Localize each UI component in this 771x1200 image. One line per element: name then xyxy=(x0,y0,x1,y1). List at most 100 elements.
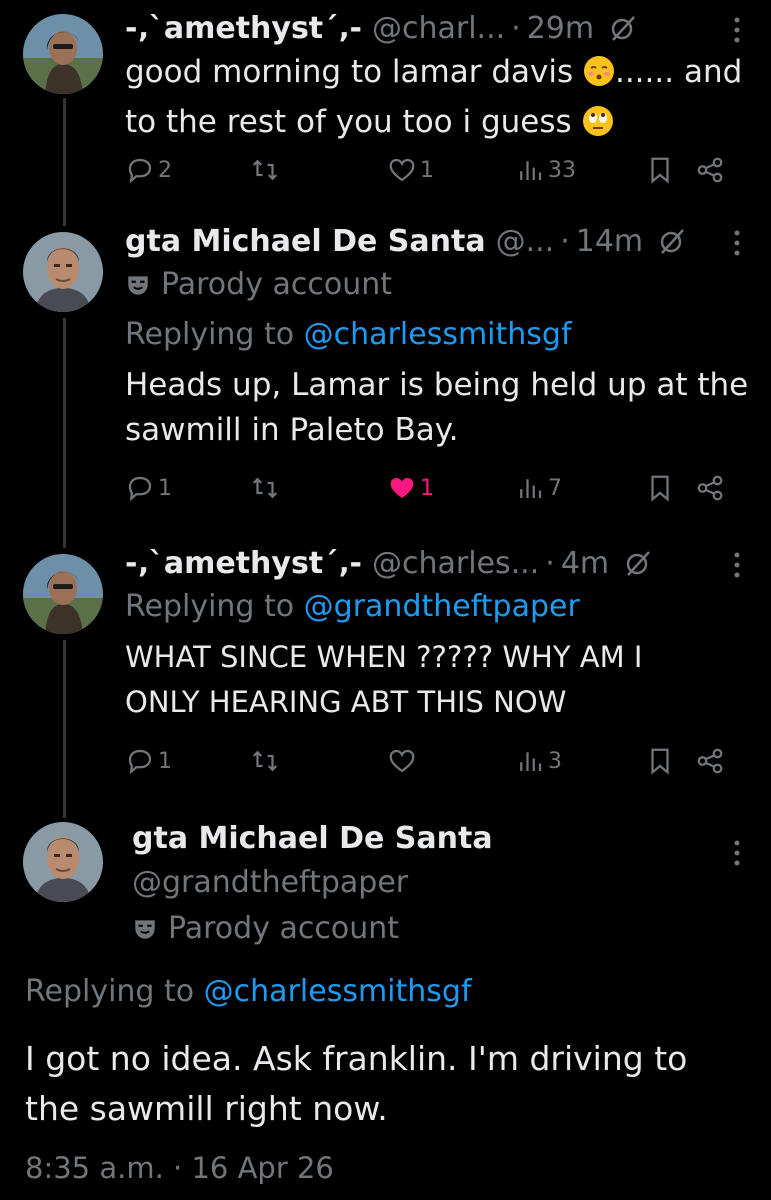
grok-icon[interactable] xyxy=(657,226,687,256)
tweet[interactable]: -‚`amethyst´‚- @charles... · 4m Replying… xyxy=(125,541,751,725)
separator-dot: · xyxy=(560,223,570,259)
repost-icon xyxy=(252,477,278,499)
separator-dot: · xyxy=(163,1151,192,1185)
bookmark-icon xyxy=(651,748,669,775)
grok-icon[interactable] xyxy=(608,13,638,43)
share-icon xyxy=(697,748,723,774)
repost-button[interactable] xyxy=(250,473,283,503)
more-options-icon[interactable] xyxy=(733,839,741,871)
thread-line xyxy=(63,640,66,818)
like-button[interactable] xyxy=(387,746,420,776)
views-icon xyxy=(520,479,542,498)
username[interactable]: @grandtheftpaper xyxy=(132,861,751,905)
reply-count: 2 xyxy=(158,157,172,183)
username[interactable]: @charles... xyxy=(372,546,539,581)
tweet-text: good morning to lamar davis ...... and t… xyxy=(125,50,751,150)
grok-icon[interactable] xyxy=(623,548,653,578)
like-button[interactable]: 1 xyxy=(387,155,434,185)
main-tweet-text: I got no idea. Ask franklin. I'm driving… xyxy=(25,1039,688,1128)
avatar-amethyst[interactable] xyxy=(23,554,103,634)
tweet-actions: 2 1 33 xyxy=(125,155,743,195)
display-name[interactable]: gta Michael De Santa xyxy=(125,224,486,259)
tweet-text: Heads up, Lamar is being held up at the s… xyxy=(125,367,749,448)
more-options-icon[interactable] xyxy=(733,229,741,261)
views-count: 33 xyxy=(548,157,576,183)
repost-button[interactable] xyxy=(250,746,283,776)
share-icon xyxy=(697,475,723,501)
heart-icon xyxy=(389,749,415,773)
share-button[interactable] xyxy=(695,155,725,185)
username[interactable]: @charl... xyxy=(372,11,505,46)
thread-line xyxy=(63,318,66,548)
parody-label: Parody account xyxy=(125,263,751,307)
reply-icon xyxy=(128,476,152,502)
reply-icon xyxy=(128,749,152,775)
mask-icon xyxy=(128,276,148,295)
mention-link[interactable]: @charlessmithsgf xyxy=(204,974,472,1009)
like-count: 1 xyxy=(420,157,434,183)
tweet-text: WHAT SINCE WHEN ????? WHY AM I ONLY HEARI… xyxy=(125,640,643,719)
kissing-face-emoji xyxy=(583,55,615,100)
main-tweet-timestamp[interactable]: 8:35 a.m. · 16 Apr 26 xyxy=(25,1146,334,1190)
repost-icon xyxy=(252,159,278,181)
share-icon xyxy=(697,157,723,183)
views-icon xyxy=(520,752,542,771)
heart-icon xyxy=(389,158,415,182)
tweet-actions: 1 1 7 xyxy=(125,473,743,513)
views-button[interactable]: 33 xyxy=(515,155,576,185)
main-tweet-author[interactable]: gta Michael De Santa @grandtheftpaper Pa… xyxy=(132,817,751,951)
eye-roll-emoji xyxy=(582,105,614,150)
views-button[interactable]: 3 xyxy=(515,746,562,776)
mention-link[interactable]: @charlessmithsgf xyxy=(304,317,572,352)
reply-button[interactable]: 1 xyxy=(125,473,172,503)
timestamp[interactable]: 14m xyxy=(576,224,643,259)
separator-dot: · xyxy=(511,10,521,46)
timestamp[interactable]: 29m xyxy=(527,11,594,46)
bookmark-icon xyxy=(651,157,669,184)
display-name[interactable]: gta Michael De Santa xyxy=(132,817,751,861)
replying-to: Replying to @charlessmithsgf xyxy=(25,974,472,1009)
views-count: 3 xyxy=(548,748,562,774)
mention-link[interactable]: @grandtheftpaper xyxy=(304,589,580,624)
display-name[interactable]: -‚`amethyst´‚- xyxy=(125,546,362,581)
thread-line xyxy=(63,98,66,226)
replying-to: Replying to @charlessmithsgf xyxy=(125,317,572,352)
tweet-header: -‚`amethyst´‚- @charl... · 29m xyxy=(125,6,751,50)
share-button[interactable] xyxy=(695,746,725,776)
tweet[interactable]: -‚`amethyst´‚- @charl... · 29m good morn… xyxy=(125,6,751,150)
tweet[interactable]: gta Michael De Santa @... · 14m Parody a… xyxy=(125,219,751,453)
bookmark-icon xyxy=(651,475,669,502)
reply-count: 1 xyxy=(158,748,172,774)
avatar-amethyst[interactable] xyxy=(23,14,103,94)
like-button[interactable]: 1 xyxy=(387,473,434,503)
bookmark-button[interactable] xyxy=(645,746,675,776)
display-name[interactable]: -‚`amethyst´‚- xyxy=(125,11,362,46)
reply-button[interactable]: 1 xyxy=(125,746,172,776)
tweet-actions: 1 3 xyxy=(125,746,743,786)
share-button[interactable] xyxy=(695,473,725,503)
more-options-icon[interactable] xyxy=(733,16,741,48)
tweet-header: -‚`amethyst´‚- @charles... · 4m xyxy=(125,541,751,585)
username[interactable]: @... xyxy=(496,224,555,259)
avatar-michael[interactable] xyxy=(23,822,103,902)
bookmark-button[interactable] xyxy=(645,473,675,503)
separator-dot: · xyxy=(545,545,555,581)
views-button[interactable]: 7 xyxy=(515,473,562,503)
heart-filled-icon xyxy=(390,478,414,498)
views-count: 7 xyxy=(548,475,562,501)
repost-button[interactable] xyxy=(250,155,283,185)
like-count: 1 xyxy=(420,475,434,501)
reply-button[interactable]: 2 xyxy=(125,155,172,185)
avatar-michael[interactable] xyxy=(23,232,103,312)
replying-to: Replying to @grandtheftpaper xyxy=(125,589,580,624)
reply-count: 1 xyxy=(158,475,172,501)
timestamp[interactable]: 4m xyxy=(561,546,609,581)
views-icon xyxy=(520,161,542,180)
parody-label: Parody account xyxy=(132,907,751,951)
repost-icon xyxy=(252,750,278,772)
mask-icon xyxy=(135,920,155,939)
more-options-icon[interactable] xyxy=(733,551,741,583)
reply-icon xyxy=(128,158,152,184)
tweet-header: gta Michael De Santa @... · 14m xyxy=(125,219,751,263)
bookmark-button[interactable] xyxy=(645,155,675,185)
